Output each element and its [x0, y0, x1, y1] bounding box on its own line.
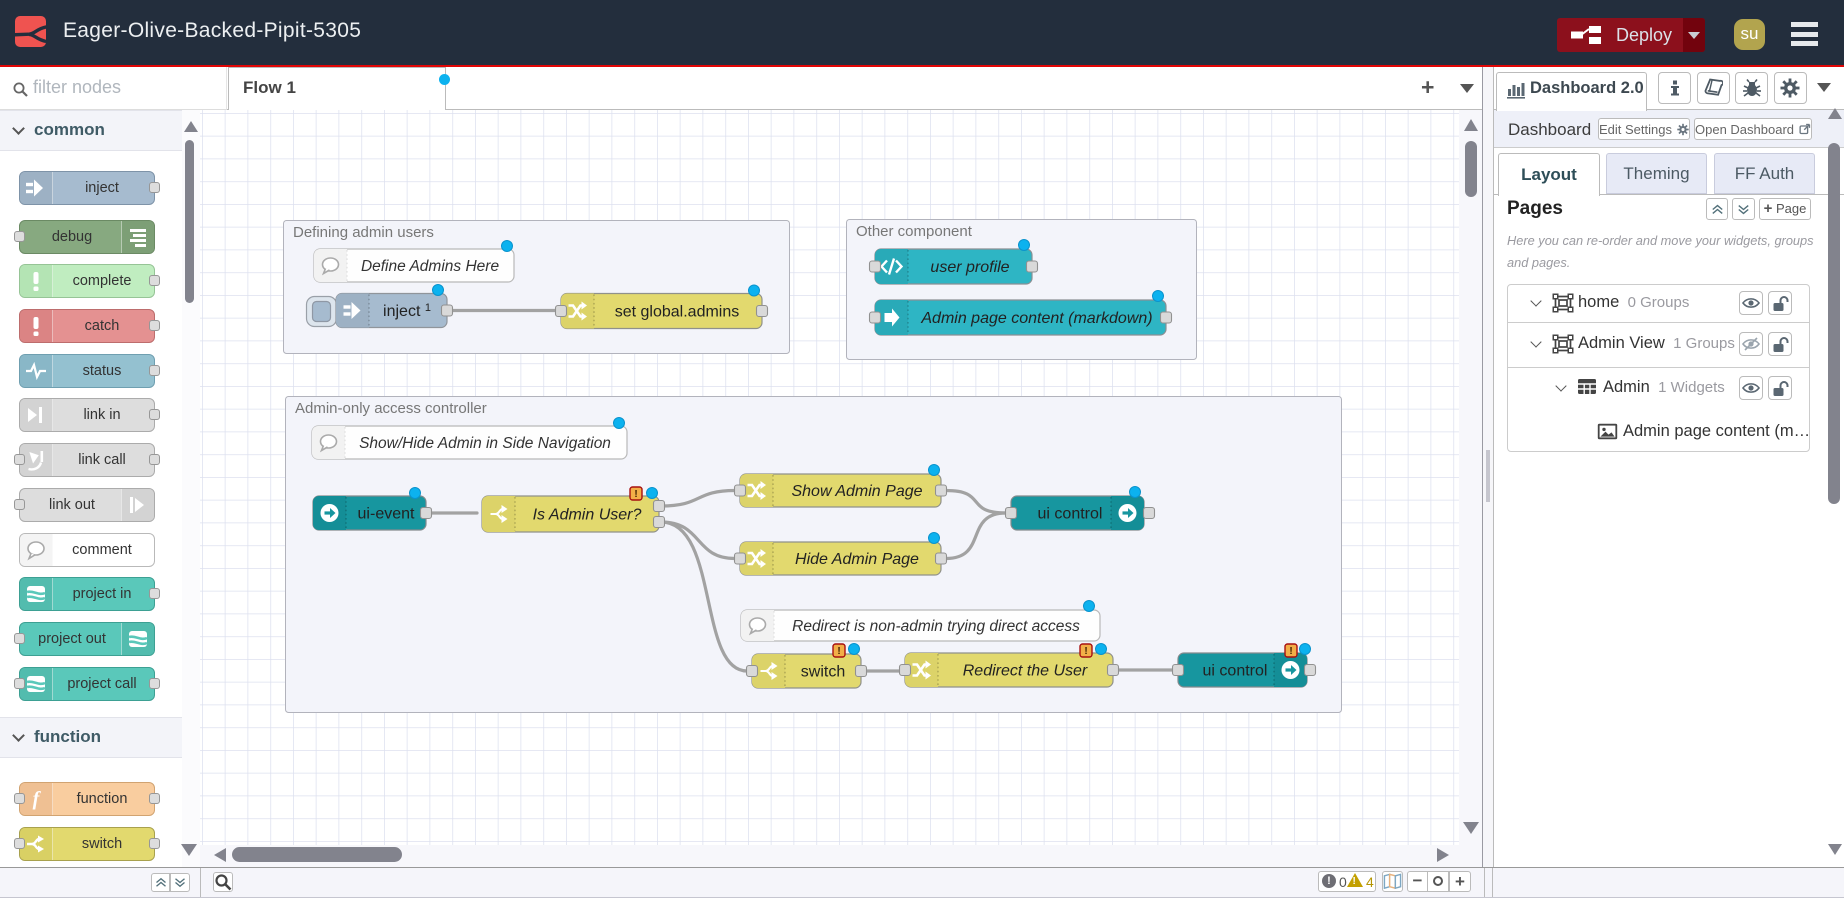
svg-text:Other component: Other component	[856, 223, 973, 240]
svg-text:ui control: ui control	[1038, 506, 1103, 523]
svg-text:Defining admin users: Defining admin users	[293, 224, 434, 241]
svg-text:!: !	[634, 489, 637, 500]
svg-text:ui-event: ui-event	[358, 506, 415, 523]
svg-text:ui control: ui control	[1203, 663, 1268, 680]
svg-text:Admin page content (markdown): Admin page content (markdown)	[920, 310, 1152, 327]
svg-text:Define Admins Here: Define Admins Here	[361, 258, 500, 275]
svg-text:set global.admins: set global.admins	[615, 304, 740, 321]
svg-text:switch: switch	[801, 664, 845, 681]
svg-text:!: !	[1289, 646, 1292, 657]
svg-text:inject 1: inject 1	[383, 302, 431, 320]
svg-text:Hide Admin Page: Hide Admin Page	[795, 551, 919, 568]
svg-text:Show Admin Page: Show Admin Page	[791, 483, 922, 500]
svg-text:user profile: user profile	[930, 259, 1009, 276]
svg-text:Show/Hide Admin in Side Naviga: Show/Hide Admin in Side Navigation	[359, 435, 611, 452]
svg-text:!: !	[1084, 646, 1087, 657]
svg-text:Redirect is non-admin trying d: Redirect is non-admin trying direct acce…	[792, 618, 1080, 635]
svg-text:!: !	[837, 646, 840, 657]
svg-text:Is Admin User?: Is Admin User?	[533, 507, 642, 524]
svg-text:Redirect the User: Redirect the User	[963, 663, 1088, 680]
svg-text:Admin-only access controller: Admin-only access controller	[295, 400, 487, 417]
